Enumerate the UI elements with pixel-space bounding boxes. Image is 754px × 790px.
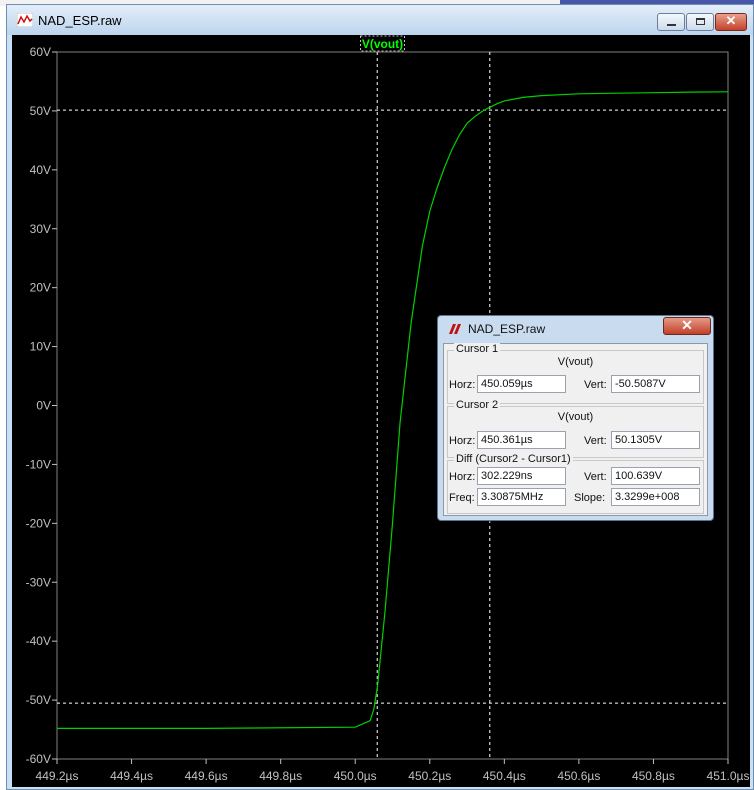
dialog-titlebar[interactable]: NAD_ESP.raw ✕: [438, 316, 713, 341]
cursor2-vert-label: Vert:: [584, 435, 607, 447]
maximize-icon: [696, 18, 705, 25]
cursor1-heading: Cursor 1: [454, 343, 501, 355]
dialog-close-button[interactable]: ✕: [663, 317, 711, 335]
cursor2-heading: Cursor 2: [454, 399, 501, 411]
y-tick-label: -10V: [26, 457, 51, 471]
diff-freq-label: Freq:: [449, 492, 475, 504]
x-tick-label: 450.4µs: [483, 769, 526, 783]
dialog-title: NAD_ESP.raw: [468, 322, 546, 336]
cursor1-vert-label: Vert:: [584, 379, 607, 391]
close-icon: ✕: [681, 317, 693, 333]
close-icon: ✕: [725, 13, 737, 28]
waveform-icon: [17, 13, 33, 27]
cursor1-trace: V(vout): [557, 356, 594, 368]
dialog-body: Cursor 1 V(vout) Horz: 450.059µs Vert: -…: [443, 343, 708, 516]
y-tick-label: 20V: [30, 281, 51, 295]
close-button[interactable]: ✕: [715, 13, 747, 31]
diff-slope-field[interactable]: 3.3299e+008: [611, 488, 700, 506]
diff-horz-field[interactable]: 302.229ns: [477, 467, 566, 485]
x-tick-label: 449.8µs: [259, 769, 302, 783]
diff-slope-label: Slope:: [574, 492, 606, 504]
x-tick-label: 450.0µs: [334, 769, 377, 783]
y-tick-label: 0V: [36, 399, 51, 413]
y-tick-label: 10V: [30, 340, 51, 354]
cursor1-vert-field[interactable]: -50.5087V: [611, 375, 700, 393]
x-tick-label: 449.2µs: [36, 769, 79, 783]
minimize-icon: [667, 24, 676, 26]
cursor2-horz-field[interactable]: 450.361µs: [477, 431, 566, 449]
cursor1-group: Cursor 1 V(vout) Horz: 450.059µs Vert: -…: [447, 343, 704, 404]
y-tick-label: 30V: [30, 222, 51, 236]
y-tick-label: -20V: [26, 516, 51, 530]
cursor-readout-dialog: NAD_ESP.raw ✕ Cursor 1 V(vout) Horz: 450…: [437, 315, 714, 521]
diff-vert-field[interactable]: 100.639V: [611, 467, 700, 485]
cursor2-group: Cursor 2 V(vout) Horz: 450.361µs Vert: 5…: [447, 399, 704, 458]
minimize-button[interactable]: [657, 13, 685, 31]
maximize-button[interactable]: [686, 13, 714, 31]
cursor2-horz-label: Horz:: [449, 435, 476, 447]
trace-label: V(vout): [362, 37, 403, 51]
x-tick-label: 450.2µs: [408, 769, 451, 783]
x-tick-label: 450.8µs: [632, 769, 675, 783]
y-tick-label: -40V: [26, 634, 51, 648]
cursor1-horz-field[interactable]: 450.059µs: [477, 375, 566, 393]
diff-group: Diff (Cursor2 - Cursor1) Horz: 302.229ns…: [447, 453, 704, 514]
cursor2-trace: V(vout): [557, 411, 594, 423]
diff-freq-field[interactable]: 3.30875MHz: [477, 488, 566, 506]
diff-horz-label: Horz:: [449, 471, 476, 483]
y-tick-label: 60V: [30, 45, 51, 59]
window-titlebar[interactable]: NAD_ESP.raw ✕: [7, 5, 753, 35]
x-tick-label: 449.6µs: [185, 769, 228, 783]
x-tick-label: 451.0µs: [707, 769, 750, 783]
window-title: NAD_ESP.raw: [38, 13, 122, 28]
diff-vert-label: Vert:: [584, 471, 607, 483]
ltspice-logo-icon: [449, 324, 461, 334]
y-tick-label: -30V: [26, 575, 51, 589]
cursor1-horz-label: Horz:: [449, 379, 476, 391]
y-tick-label: 40V: [30, 163, 51, 177]
diff-heading: Diff (Cursor2 - Cursor1): [454, 453, 573, 465]
y-tick-label: 50V: [30, 104, 51, 118]
y-tick-label: -50V: [26, 693, 51, 707]
x-tick-label: 450.6µs: [557, 769, 600, 783]
x-tick-label: 449.4µs: [110, 769, 153, 783]
y-tick-label: -60V: [26, 752, 51, 766]
cursor2-vert-field[interactable]: 50.1305V: [611, 431, 700, 449]
